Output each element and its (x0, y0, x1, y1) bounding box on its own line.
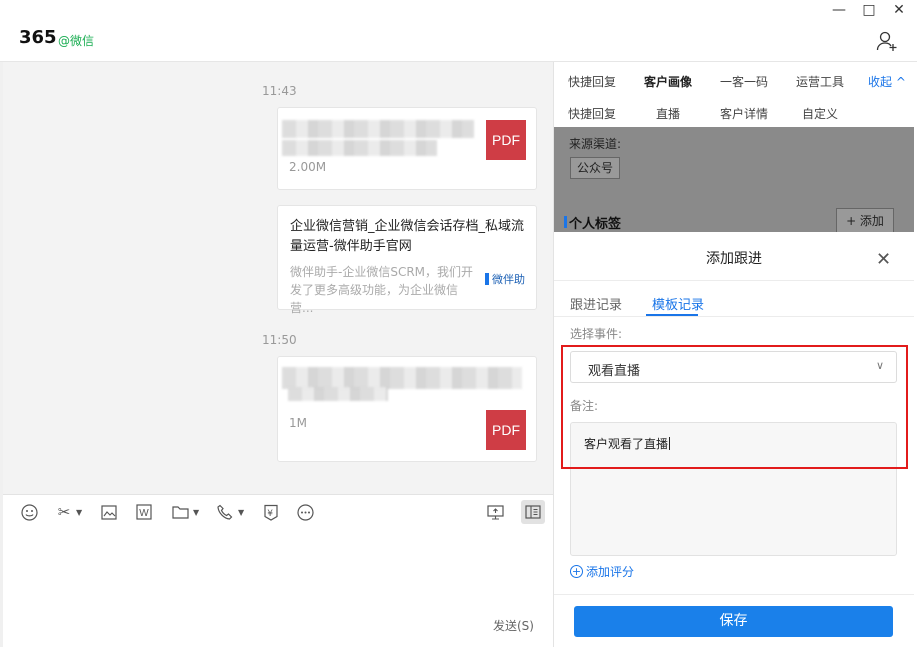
link-source-icon (485, 273, 489, 285)
message-input[interactable] (3, 530, 553, 647)
event-select-value: 观看直播 (588, 364, 641, 379)
divider (554, 316, 914, 317)
link-source: 微伴助 (485, 271, 525, 287)
dialog-title: 添加跟进 (706, 251, 762, 267)
save-button[interactable]: 保存 (574, 606, 893, 637)
event-label: 选择事件: (570, 327, 623, 341)
source-channel-chip: 公众号 (570, 157, 621, 179)
file-size: 2.00M (289, 160, 327, 174)
link-title: 企业微信营销_企业微信会话存档_私域流量运营-微伴助手官网 (290, 219, 525, 254)
close-icon[interactable]: ✕ (876, 249, 891, 270)
more-icon[interactable] (296, 503, 314, 521)
add-score-label: 添加评分 (586, 565, 635, 579)
message-list[interactable]: 11:43 PDF 2.00M 企业微信营销_企业微信会话存档_私域流量运营-微… (3, 62, 553, 494)
svg-text:¥: ¥ (267, 509, 273, 519)
folder-icon[interactable] (171, 503, 189, 521)
red-packet-icon[interactable]: ¥ (262, 503, 280, 521)
link-description: 微伴助手-企业微信SCRM，我们开发了更多高级功能，为企业微信营... (290, 265, 474, 315)
chevron-down-icon[interactable]: ▼ (238, 508, 244, 517)
link-message[interactable]: 企业微信营销_企业微信会话存档_私域流量运营-微伴助手官网 微伴助手-企业微信S… (277, 205, 537, 315)
tab-template-records[interactable]: 模板记录 (652, 294, 704, 313)
chevron-down-icon[interactable]: ▼ (76, 508, 82, 517)
blurred-filename (282, 140, 437, 156)
personal-tags-heading: 个人标签 (563, 213, 621, 232)
add-user-icon[interactable] (876, 30, 898, 52)
collapse-link[interactable]: 收起 ^ (868, 73, 906, 90)
maximize-button[interactable]: □ (861, 2, 877, 18)
subtab-quick-reply[interactable]: 快捷回复 (568, 105, 616, 122)
add-tag-button: + 添加 (836, 208, 894, 234)
screen-share-icon[interactable] (486, 503, 504, 521)
tab-ops-tools[interactable]: 运营工具 (796, 73, 844, 90)
scissors-icon[interactable]: ✂ (55, 503, 73, 521)
pdf-file-icon: PDF (486, 410, 526, 450)
message-timestamp: 11:50 (262, 333, 297, 347)
tab-followup-records[interactable]: 跟进记录 (570, 294, 622, 313)
note-text: 客户观看了直播 (584, 437, 669, 451)
add-score-link[interactable]: + 添加评分 (570, 563, 634, 580)
tab-one-customer-one-code[interactable]: 一客一码 (720, 73, 768, 90)
subtab-live[interactable]: 直播 (656, 105, 680, 122)
link-source-name: 微伴助 (492, 273, 525, 286)
window-controls: — □ ✕ (831, 2, 907, 18)
subtab-customer-details[interactable]: 客户详情 (720, 105, 768, 122)
blurred-filename (288, 387, 388, 401)
blurred-filename (282, 120, 474, 138)
close-window-button[interactable]: ✕ (891, 2, 907, 18)
blurred-filename (282, 367, 522, 389)
note-textarea[interactable]: 客户观看了直播 (570, 422, 897, 556)
divider (554, 594, 914, 595)
event-select[interactable]: 观看直播 ∨ (570, 351, 897, 383)
sidebar-tabs-primary: 快捷回复 客户画像 一客一码 运营工具 收起 ^ (554, 62, 917, 98)
send-button[interactable]: 发送(S) (493, 617, 534, 634)
file-message[interactable]: PDF 2.00M (277, 107, 537, 190)
file-message[interactable]: PDF 1M (277, 356, 537, 462)
pdf-file-icon: PDF (486, 120, 526, 160)
message-timestamp: 11:43 (262, 84, 297, 98)
source-channel-label: 来源渠道: (569, 137, 622, 151)
divider (554, 280, 914, 281)
modal-backdrop: 来源渠道: 公众号 个人标签 + 添加 (554, 127, 914, 234)
input-toolbar: ✂ ▼ W ▼ ▼ ¥ (3, 494, 553, 530)
file-size: 1M (289, 416, 307, 430)
tab-quick-reply[interactable]: 快捷回复 (568, 73, 616, 90)
chat-title: 365 (19, 27, 57, 48)
chevron-down-icon: ∨ (875, 359, 884, 372)
add-followup-dialog: 添加跟进 ✕ 跟进记录 模板记录 选择事件: 观看直播 ∨ 备注: 客户观看了直… (554, 232, 914, 647)
svg-text:W: W (139, 508, 149, 519)
sidebar-toggle-icon[interactable] (521, 500, 545, 524)
chat-header: 365 @微信 (0, 0, 917, 62)
plus-circle-icon: + (570, 565, 583, 578)
image-icon[interactable] (100, 503, 118, 521)
word-doc-icon[interactable]: W (135, 503, 153, 521)
sidebar-tabs-secondary: 快捷回复 直播 客户详情 自定义 (554, 98, 917, 128)
note-label: 备注: (570, 399, 599, 413)
app-window: 365 @微信 — □ ✕ 11:43 PDF 2.00M 企业微信营销_企业微… (0, 0, 917, 647)
subtab-custom[interactable]: 自定义 (802, 105, 838, 122)
phone-icon[interactable] (216, 503, 234, 521)
minimize-button[interactable]: — (831, 2, 847, 18)
chevron-down-icon[interactable]: ▼ (193, 508, 199, 517)
chat-source-tag: @微信 (58, 34, 95, 48)
tab-customer-profile[interactable]: 客户画像 (644, 73, 692, 90)
emoji-icon[interactable] (20, 503, 38, 521)
